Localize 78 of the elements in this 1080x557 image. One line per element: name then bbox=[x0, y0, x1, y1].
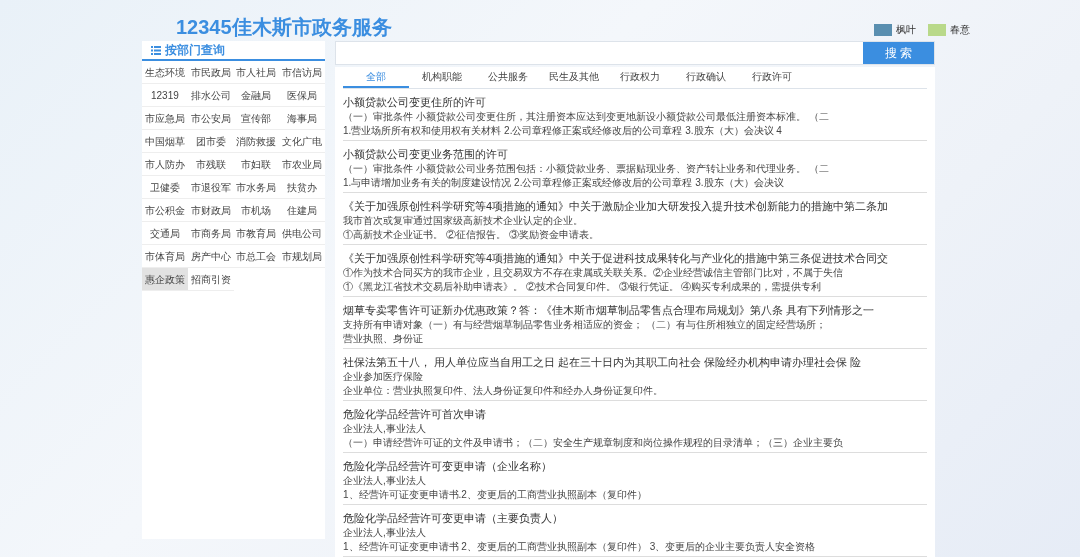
department-item[interactable]: 市财政局 bbox=[187, 199, 234, 222]
department-item[interactable]: 市水务局 bbox=[233, 176, 280, 199]
result-detail: 1.与申请增加业务有关的制度建设情况 2.公司章程修正案或经修改后的公司章程 3.股东（大）会决议 bbox=[343, 176, 785, 190]
skin-thumbnail-icon[interactable] bbox=[874, 23, 892, 36]
department-item[interactable]: 卫健委 bbox=[142, 176, 188, 199]
result-detail: 企业法人,事业法人 bbox=[343, 422, 427, 436]
department-item[interactable]: 交通局 bbox=[142, 222, 188, 245]
department-item[interactable]: 市人社局 bbox=[233, 61, 280, 84]
department-item[interactable]: 房产中心 bbox=[187, 245, 234, 268]
category-tab[interactable]: 行政确认 bbox=[673, 67, 739, 88]
category-tab[interactable]: 全部 bbox=[343, 67, 409, 88]
department-item[interactable]: 市信访局 bbox=[279, 61, 325, 84]
department-item[interactable]: 市人防办 bbox=[142, 153, 188, 176]
result-title[interactable]: 《关于加强原创性科学研究等4项措施的通知》中关于激励企业加大研发投入提升技术创新能力的措施中第二条加 bbox=[343, 198, 927, 214]
department-item[interactable]: 市民政局 bbox=[187, 61, 234, 84]
department-item[interactable]: 市残联 bbox=[187, 153, 234, 176]
department-item[interactable]: 市妇联 bbox=[233, 153, 280, 176]
skin-thumbnail-icon[interactable] bbox=[928, 23, 946, 36]
department-item[interactable]: 医保局 bbox=[279, 84, 325, 107]
result-title[interactable]: 烟草专卖零售许可证新办优惠政策？答：《佳木斯市烟草制品零售点合理布局规划》第八条 具有下列情形之一 bbox=[343, 302, 927, 318]
department-item[interactable]: 住建局 bbox=[279, 199, 325, 222]
skin-link[interactable]: 枫叶 bbox=[896, 22, 916, 37]
result-title[interactable]: 危险化学品经营许可首次申请 bbox=[343, 406, 927, 422]
result-title[interactable]: 《关于加强原创性科学研究等4项措施的通知》中关于促进科技成果转化与产业化的措施中第三条促进技术合同交 bbox=[343, 250, 927, 266]
department-item[interactable]: 中国烟草 bbox=[142, 130, 188, 153]
department-item[interactable]: 市公积金 bbox=[142, 199, 188, 222]
skin-link[interactable]: 春意 bbox=[950, 22, 970, 37]
department-item[interactable]: 市应急局 bbox=[142, 107, 188, 130]
category-tab[interactable]: 民生及其他 bbox=[541, 67, 607, 88]
department-item[interactable]: 市商务局 bbox=[187, 222, 234, 245]
result-detail: 1.营业场所所有权和使用权有关材料 2.公司章程修正案或经修改后的公司章程 3.股东（大）会决议 4 bbox=[343, 124, 783, 138]
result-detail: （一）审批条件 小额贷款公司变更住所，其注册资本应达到变更地新设小额贷款公司最低注册资本标准。 （二 bbox=[343, 110, 830, 124]
category-tab[interactable]: 机构职能 bbox=[409, 67, 475, 88]
category-tab[interactable]: 行政权力 bbox=[607, 67, 673, 88]
department-item[interactable]: 市教育局 bbox=[233, 222, 280, 245]
department-item[interactable]: 市农业局 bbox=[279, 153, 325, 176]
department-item[interactable]: 扶贫办 bbox=[279, 176, 325, 199]
category-tab[interactable]: 行政许可 bbox=[739, 67, 805, 88]
department-item[interactable]: 生态环境 bbox=[142, 61, 188, 84]
department-item[interactable]: 文化广电 bbox=[279, 130, 325, 153]
result-title[interactable]: 小额贷款公司变更业务范围的许可 bbox=[343, 146, 927, 162]
department-item[interactable]: 市总工会 bbox=[233, 245, 280, 268]
department-item[interactable]: 金融局 bbox=[233, 84, 280, 107]
result-detail: ①《黑龙江省技术交易后补助申请表》。 ②技术合同复印件。 ③银行凭证。 ④购买专利成果的，需提供专利 bbox=[343, 280, 823, 294]
list-icon bbox=[151, 45, 161, 55]
result-title[interactable]: 小额贷款公司变更住所的许可 bbox=[343, 94, 927, 110]
department-item[interactable]: 惠企政策 bbox=[142, 268, 188, 291]
result-title[interactable]: 社保法第五十八， 用人单位应当自用工之日 起在三十日内为其职工向社会 保险经办机构申请办理社会保 险 bbox=[343, 354, 927, 370]
result-detail: 企业参加医疗保险 bbox=[343, 370, 424, 384]
department-item[interactable]: 市公安局 bbox=[187, 107, 234, 130]
result-detail: 1、经营许可证变更申请书.2、变更后的工商营业执照副本（复印件） bbox=[343, 488, 648, 502]
result-detail: ①作为技术合同买方的我市企业，且交易双方不存在隶属或关联关系。②企业经营诚信主管部门比对，不属于失信 bbox=[343, 266, 844, 280]
result-detail: 我市首次或复审通过国家级高新技术企业认定的企业。 bbox=[343, 214, 584, 228]
result-detail: 营业执照、身份证 bbox=[343, 332, 424, 346]
department-item[interactable]: 海事局 bbox=[279, 107, 325, 130]
sidebar-title: 按部门查询 bbox=[165, 42, 225, 59]
department-item[interactable]: 12319 bbox=[142, 84, 188, 107]
result-detail: （一）申请经营许可证的文件及申请书；（二）安全生产规章制度和岗位操作规程的目录清单；（三）企业主要负 bbox=[343, 436, 844, 450]
department-item[interactable]: 市规划局 bbox=[279, 245, 325, 268]
department-item[interactable]: 市退役军 bbox=[187, 176, 234, 199]
result-detail: ①高新技术企业证书。 ②征信报告。 ③奖励资金申请表。 bbox=[343, 228, 600, 242]
category-tab[interactable]: 公共服务 bbox=[475, 67, 541, 88]
department-item[interactable]: 招商引资 bbox=[187, 268, 234, 291]
result-detail: 企业法人,事业法人 bbox=[343, 474, 427, 488]
result-detail: 支持所有申请对象（一）有与经营烟草制品零售业务相适应的资金； （二）有与住所相独立的固定经营场所； bbox=[343, 318, 827, 332]
department-item[interactable]: 市机场 bbox=[233, 199, 280, 222]
department-item[interactable]: 消防救援 bbox=[233, 130, 280, 153]
result-detail: 企业法人,事业法人 bbox=[343, 526, 427, 540]
department-item[interactable]: 排水公司 bbox=[187, 84, 234, 107]
result-detail: （一）审批条件 小额贷款公司业务范围包括：小额贷款业务、票据贴现业务、资产转让业务和代理业务。 （二 bbox=[343, 162, 830, 176]
department-item[interactable]: 团市委 bbox=[187, 130, 234, 153]
result-title[interactable]: 危险化学品经营许可变更申请（主要负责人） bbox=[343, 510, 927, 526]
site-title: 12345佳木斯市政务服务 bbox=[176, 17, 392, 37]
result-detail: 1、经营许可证变更申请书 2、变更后的工商营业执照副本（复印件） 3、变更后的企业主要负责人安全资格 bbox=[343, 540, 817, 554]
department-item[interactable]: 供电公司 bbox=[279, 222, 325, 245]
department-item[interactable]: 宣传部 bbox=[233, 107, 280, 130]
result-detail: 企业单位：营业执照复印件、法人身份证复印件和经办人身份证复印件。 bbox=[343, 384, 664, 398]
result-title[interactable]: 危险化学品经营许可变更申请（企业名称） bbox=[343, 458, 927, 474]
